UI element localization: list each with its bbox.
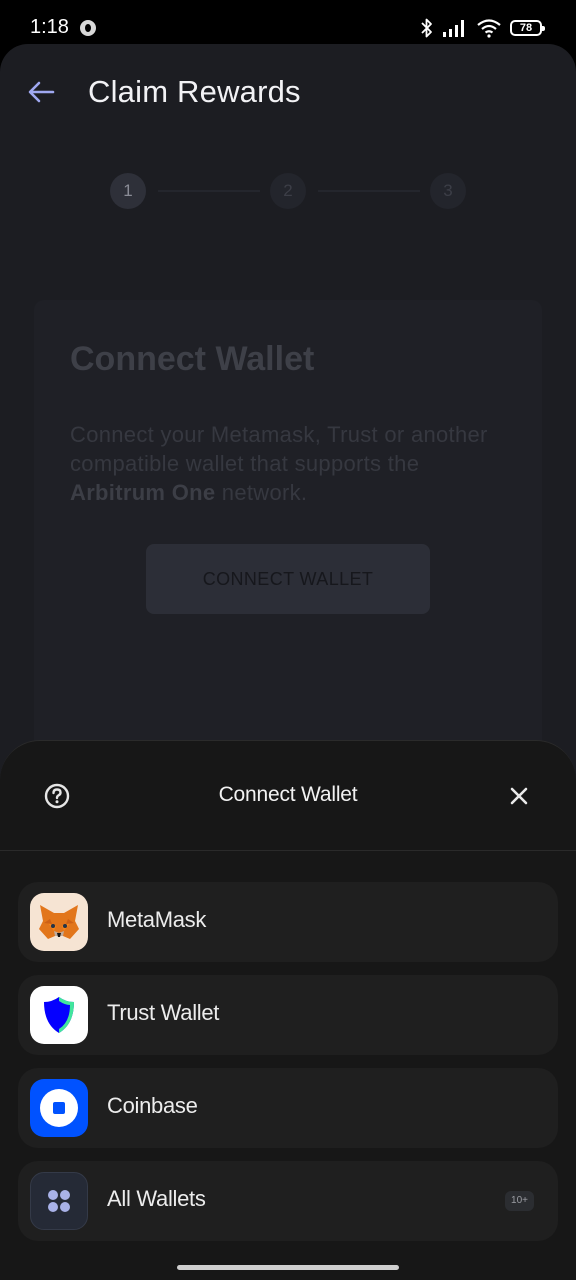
status-icons: 78 <box>420 16 545 40</box>
description-text-end: network. <box>215 480 308 505</box>
step-1: 1 <box>110 173 146 209</box>
wifi-icon <box>477 19 501 38</box>
step-connector <box>158 190 260 192</box>
app-notification-icon <box>80 20 96 36</box>
page-title: Claim Rewards <box>88 74 301 109</box>
close-icon <box>510 787 528 805</box>
home-indicator[interactable] <box>177 1265 399 1270</box>
close-button[interactable] <box>505 782 533 810</box>
metamask-fox-icon <box>30 893 88 951</box>
step-3: 3 <box>430 173 466 209</box>
wallet-label: Trust Wallet <box>107 1000 220 1025</box>
stepper: 1 2 3 <box>110 173 466 209</box>
card-description: Connect your Metamask, Trust or another … <box>70 420 510 507</box>
status-bar: 1:18 78 <box>0 0 576 50</box>
coinbase-icon <box>30 1079 88 1137</box>
bluetooth-icon <box>421 18 432 38</box>
status-time: 1:18 <box>30 16 69 38</box>
description-text: Connect your Metamask, Trust or another … <box>70 422 488 476</box>
sheet-title: Connect Wallet <box>218 783 358 806</box>
wallet-item-metamask[interactable]: MetaMask <box>18 882 558 962</box>
wallet-label: Coinbase <box>107 1093 198 1118</box>
step-2: 2 <box>270 173 306 209</box>
trust-shield-icon <box>30 986 88 1044</box>
back-button[interactable] <box>24 72 58 112</box>
connect-wallet-button[interactable]: CONNECT WALLET <box>146 544 430 614</box>
grid-dots-icon <box>30 1172 88 1230</box>
cellular-signal-icon <box>443 20 464 37</box>
battery-icon: 78 <box>510 20 545 36</box>
wallet-label: All Wallets <box>107 1186 206 1211</box>
step-connector <box>318 190 420 192</box>
network-name: Arbitrum One <box>70 480 216 505</box>
connect-wallet-sheet: Connect Wallet MetaMask Trust Wallet Coi… <box>0 740 576 1280</box>
wallet-count-badge: 10+ <box>505 1191 534 1211</box>
sheet-divider <box>0 850 576 851</box>
wallet-label: MetaMask <box>107 907 207 932</box>
wallet-item-trust-wallet[interactable]: Trust Wallet <box>18 975 558 1055</box>
card-title: Connect Wallet <box>70 340 315 378</box>
wallet-item-coinbase[interactable]: Coinbase <box>18 1068 558 1148</box>
wallet-item-all-wallets[interactable]: All Wallets 10+ <box>18 1161 558 1241</box>
arrow-left-icon <box>28 81 55 103</box>
